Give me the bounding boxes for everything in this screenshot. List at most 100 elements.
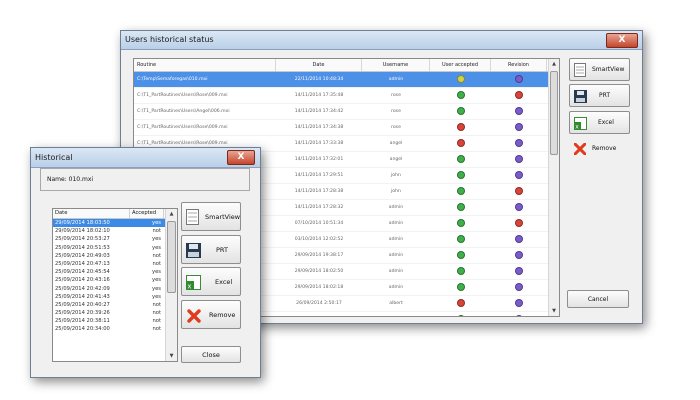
col-hist-date[interactable]: Date — [53, 209, 130, 218]
main-cancel-label: Cancel — [587, 295, 609, 303]
list-item[interactable]: 25/09/2014 20:53:27 yes — [53, 235, 177, 243]
table-row[interactable]: C:\T1_PartRoutines\Users\Angel\006.mxi 14… — [134, 104, 559, 120]
hist-cell-accepted: not — [152, 301, 162, 308]
status-dot-icon — [456, 234, 465, 243]
main-prt-button[interactable]: PRT — [569, 84, 630, 107]
routines-scroll-thumb[interactable] — [550, 71, 558, 155]
hist-close-x-button[interactable]: X — [227, 150, 255, 165]
main-close-button[interactable]: X — [606, 33, 638, 48]
hist-cell-date: 25/09/2014 20:39:26 — [55, 310, 110, 317]
main-smartview-button[interactable]: SmartView — [569, 58, 630, 81]
cell-accepted — [430, 232, 491, 247]
table-row[interactable]: C:\Temp\Semaforegas\010.mxi 22/11/2014 10… — [134, 72, 559, 88]
main-cancel-button[interactable]: Cancel — [567, 290, 629, 308]
hist-prt-label: PRT — [216, 245, 228, 254]
floppy-disk-icon — [186, 243, 201, 258]
table-row[interactable]: C:\T1_PartRoutines\Users\Rose\009.mxi 14/… — [134, 120, 559, 136]
status-dot-icon — [515, 186, 523, 195]
col-routine[interactable]: Routine — [134, 59, 276, 71]
scroll-down-icon[interactable]: ▼ — [166, 351, 177, 361]
status-dot-icon — [456, 122, 465, 131]
hist-cell-accepted: yes — [152, 236, 161, 243]
cell-revision — [491, 232, 547, 247]
close-icon: X — [237, 152, 245, 162]
cell-username: admin — [388, 77, 404, 82]
status-dot-icon — [515, 154, 523, 163]
list-item[interactable]: 25/09/2014 20:43:16 yes — [53, 276, 177, 284]
status-dot-icon — [456, 154, 465, 163]
list-item[interactable]: 25/09/2014 20:41:43 yes — [53, 293, 177, 301]
scroll-up-icon[interactable]: ▲ — [166, 209, 177, 219]
main-excel-button[interactable]: x Excel — [569, 111, 630, 134]
main-title-bar[interactable]: Users historical status X — [121, 31, 642, 50]
history-table: Date Accepted 29/09/2014 18:03:50 yes 29/0… — [52, 208, 178, 362]
hist-title-bar[interactable]: Historical X — [31, 148, 260, 168]
hist-close-button[interactable]: Close — [181, 346, 241, 363]
status-dot-icon — [456, 266, 465, 275]
col-username[interactable]: Username — [362, 59, 430, 71]
status-dot-icon — [456, 74, 465, 83]
list-item[interactable]: 25/09/2014 20:49:03 not — [53, 252, 177, 260]
status-dot-icon — [515, 202, 523, 211]
cell-accepted — [430, 88, 491, 103]
hist-smartview-button[interactable]: SmartView — [181, 202, 241, 231]
list-item[interactable]: 25/09/2014 20:51:53 yes — [53, 244, 177, 252]
list-item[interactable]: 25/09/2014 20:40:27 not — [53, 301, 177, 309]
cell-accepted — [430, 120, 491, 135]
routines-scrollbar[interactable]: ▲ ▼ — [548, 59, 559, 316]
main-remove-button[interactable]: Remove — [569, 137, 630, 160]
list-item[interactable]: 25/09/2014 20:45:54 yes — [53, 268, 177, 276]
hist-cell-date: 25/09/2014 20:51:53 — [55, 244, 110, 251]
col-user-accepted[interactable]: User accepted — [430, 59, 491, 71]
hist-cell-accepted: not — [152, 228, 162, 235]
cell-accepted — [430, 248, 491, 263]
cell-revision — [491, 72, 547, 87]
hist-cell-accepted: not — [152, 318, 162, 325]
status-dot-icon — [456, 90, 465, 99]
cell-accepted — [430, 104, 491, 119]
hist-cell-date: 25/09/2014 20:53:27 — [55, 236, 110, 243]
cell-accepted — [430, 136, 491, 151]
status-dot-icon — [456, 298, 465, 307]
status-dot-icon — [456, 218, 465, 227]
status-dot-icon — [456, 170, 465, 179]
list-item[interactable]: 25/09/2014 20:39:26 not — [53, 309, 177, 317]
hist-excel-button[interactable]: x Excel — [181, 267, 241, 296]
svg-text:x: x — [187, 282, 191, 290]
status-dot-icon — [515, 298, 523, 307]
cell-revision — [491, 312, 547, 316]
hist-cell-date: 25/09/2014 20:42:09 — [55, 285, 110, 292]
list-item[interactable]: 25/09/2014 20:47:13 not — [53, 260, 177, 268]
list-item[interactable]: 25/09/2014 20:38:11 not — [53, 317, 177, 325]
col-date[interactable]: Date — [276, 59, 362, 71]
cell-username: admin — [388, 237, 404, 242]
hist-remove-button[interactable]: Remove — [181, 300, 241, 329]
list-item[interactable]: 29/09/2014 18:03:50 yes — [53, 219, 177, 228]
hist-prt-button[interactable]: PRT — [181, 235, 241, 264]
hist-cell-date: 25/09/2014 20:47:13 — [55, 260, 110, 267]
status-dot-icon — [515, 138, 523, 147]
status-dot-icon — [515, 218, 523, 227]
cell-routine: C:\T1_PartRoutines\Users\Rose\009.mxi — [137, 93, 228, 98]
cell-date: 29/09/2014 18:02:18 — [294, 285, 344, 290]
list-item[interactable]: 25/09/2014 20:34:00 not — [53, 325, 177, 333]
status-dot-icon — [456, 186, 465, 195]
col-revision[interactable]: Revision — [491, 59, 547, 71]
cell-revision — [491, 136, 547, 151]
status-dot-icon — [456, 282, 465, 291]
list-item[interactable]: 29/09/2014 18:02:10 not — [53, 227, 177, 235]
cell-revision — [491, 296, 547, 311]
excel-icon: x — [574, 117, 587, 130]
status-dot-icon — [515, 90, 523, 99]
scroll-up-icon[interactable]: ▲ — [549, 59, 559, 69]
table-row[interactable]: C:\T1_PartRoutines\Users\Rose\009.mxi 14/… — [134, 88, 559, 104]
scroll-down-icon[interactable]: ▼ — [549, 306, 559, 316]
hist-remove-label: Remove — [209, 310, 236, 319]
status-dot-icon — [515, 170, 523, 179]
history-scroll-thumb[interactable] — [167, 221, 176, 293]
hist-cell-accepted: yes — [152, 277, 161, 284]
col-hist-accepted[interactable]: Accepted — [130, 209, 164, 218]
history-scrollbar[interactable]: ▲ ▼ — [165, 209, 177, 361]
cell-username: admin — [388, 285, 404, 290]
list-item[interactable]: 25/09/2014 20:42:09 yes — [53, 285, 177, 293]
